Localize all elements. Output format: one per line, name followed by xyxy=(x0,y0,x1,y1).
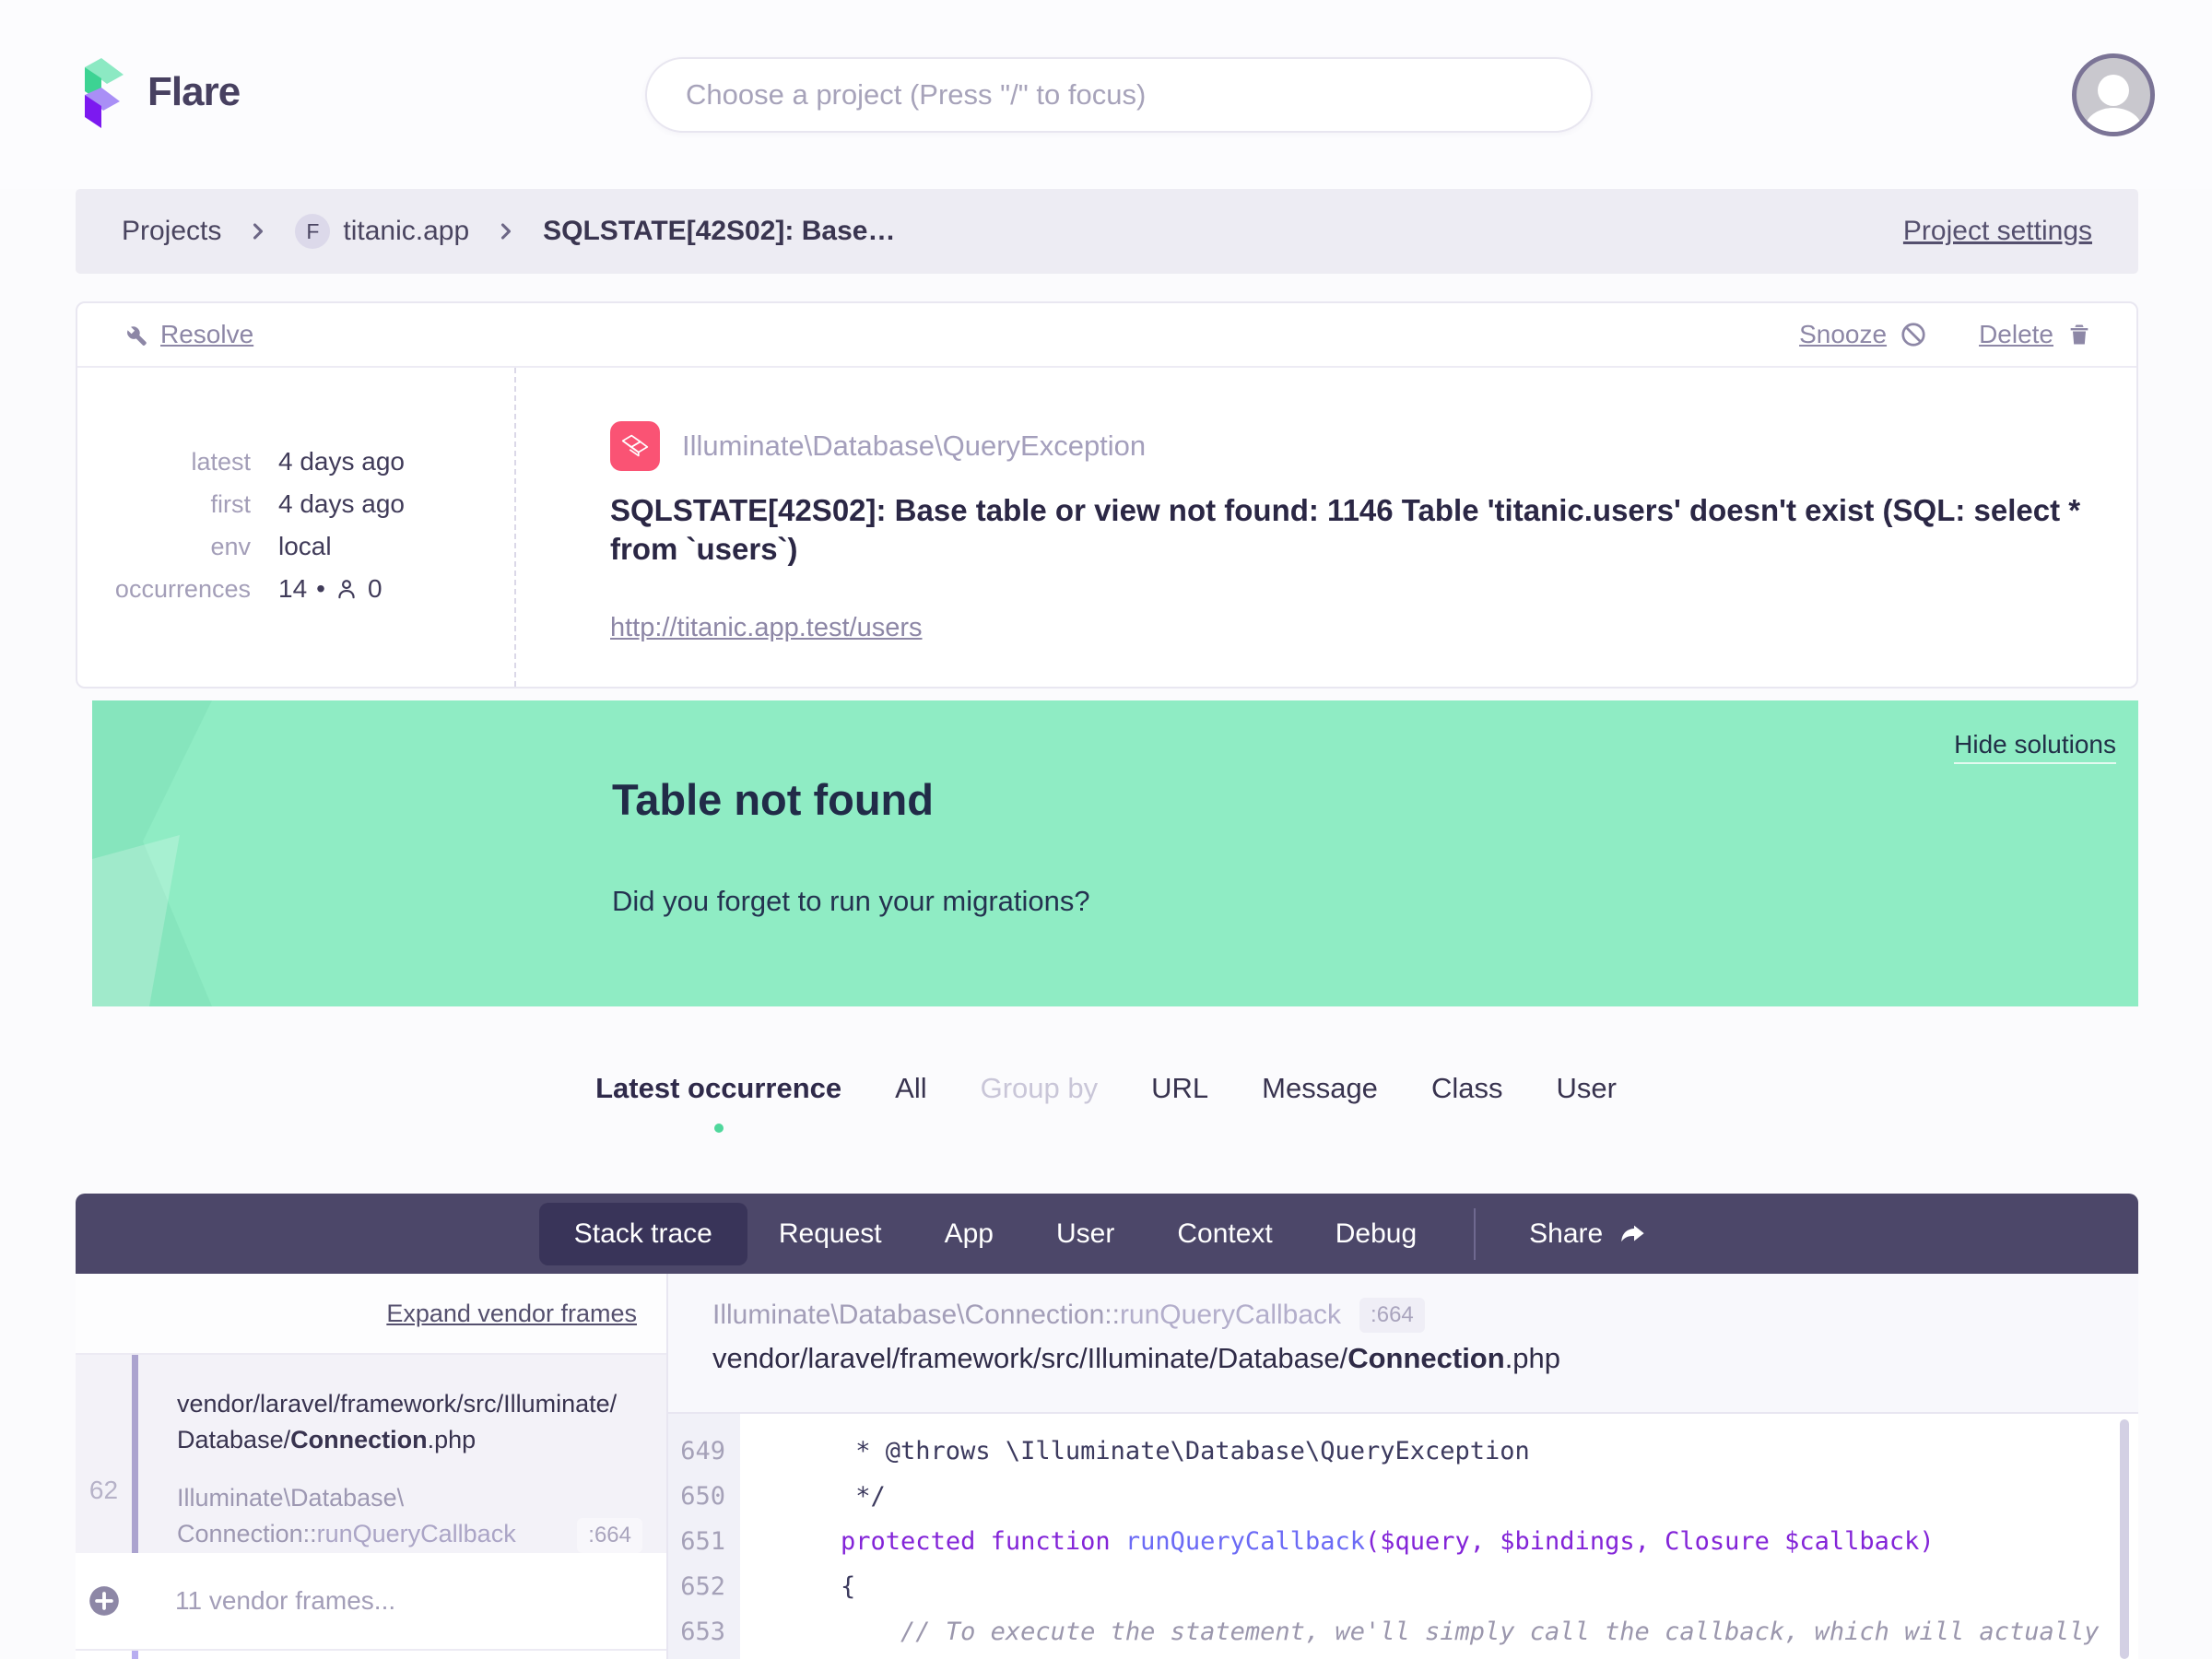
code-source: * @throws \Illuminate\Database\QueryExce… xyxy=(740,1414,2138,1659)
avatar-person-icon xyxy=(2098,75,2129,106)
exception-class: Illuminate\Database\QueryException xyxy=(682,429,1147,462)
snooze-button[interactable]: Snooze xyxy=(1799,320,1927,349)
expand-vendor-frames-link[interactable]: Expand vendor frames xyxy=(386,1300,637,1328)
meta-latest: latest 4 days ago xyxy=(191,447,405,476)
code-header-file: vendor/laravel/framework/src/Illuminate/… xyxy=(712,1342,1561,1374)
frames-panel: Expand vendor frames 62 vendor/laravel/f… xyxy=(76,1274,668,1659)
occurrence-tabs: Latest occurrence All Group by URL Message Cl… xyxy=(0,1072,2212,1133)
project-badge: F xyxy=(295,214,331,249)
snooze-ban-icon xyxy=(1900,321,1927,348)
user-icon xyxy=(335,577,359,601)
error-meta-panel: latest 4 days ago first 4 days ago env l… xyxy=(77,368,516,687)
occurrence-tab-group-by: Group by xyxy=(980,1072,1099,1104)
error-card: Resolve Snooze Delete latest 4 days ago … xyxy=(76,301,2138,688)
laravel-icon xyxy=(610,421,660,471)
frame-number: 62 xyxy=(88,1476,119,1504)
code-line-badge: :664 xyxy=(1359,1298,1425,1333)
line-number: 652 xyxy=(680,1572,725,1601)
nav-divider xyxy=(1474,1207,1477,1260)
line-number: 650 xyxy=(680,1482,725,1511)
trace-tab-app[interactable]: App xyxy=(913,1203,1025,1265)
brand-name: Flare xyxy=(147,69,241,114)
code-line: * @throws \Illuminate\Database\QueryExce… xyxy=(781,1437,1530,1465)
breadcrumb-projects-link[interactable]: Projects xyxy=(122,216,221,247)
trace-tab-context[interactable]: Context xyxy=(1146,1203,1303,1265)
code-scrollbar[interactable] xyxy=(2120,1419,2129,1659)
flare-error-page: Flare Projects F titanic.app SQLSTATE[42… xyxy=(0,0,2212,1659)
hide-solutions-link[interactable]: Hide solutions xyxy=(1954,730,2116,764)
error-actions-bar: Resolve Snooze Delete xyxy=(77,303,2136,368)
exception-message: SQLSTATE[42S02]: Base table or view not … xyxy=(610,493,2081,566)
error-detail-panel: Illuminate\Database\QueryException SQLST… xyxy=(516,368,2136,687)
share-arrow-icon xyxy=(1618,1219,1647,1249)
resolve-button[interactable]: Resolve xyxy=(122,320,253,349)
code-line-numbers: 649 650 651 652 653 xyxy=(668,1414,740,1659)
flare-logo-icon xyxy=(74,53,127,131)
top-bar: Flare xyxy=(0,0,2212,189)
exception-url-link[interactable]: http://titanic.app.test/users xyxy=(610,613,923,643)
next-frame-partial xyxy=(76,1651,666,1659)
project-search-input[interactable] xyxy=(645,57,1593,133)
code-viewer[interactable]: 649 650 651 652 653 * @throws \Illuminate\Da… xyxy=(668,1412,2138,1659)
project-settings-link[interactable]: Project settings xyxy=(1903,216,2092,247)
share-button[interactable]: Share xyxy=(1501,1203,1675,1265)
occurrence-tab-all[interactable]: All xyxy=(895,1072,926,1105)
breadcrumb: Projects F titanic.app SQLSTATE[42S02]: … xyxy=(76,189,2138,274)
chevron-right-icon xyxy=(245,218,271,244)
trace-tab-debug[interactable]: Debug xyxy=(1304,1203,1448,1265)
occurrence-count: 14 xyxy=(278,574,308,603)
solution-description: Did you forget to run your migrations? xyxy=(612,885,1090,917)
solution-banner: Hide solutions Table not found Did you f… xyxy=(92,700,2138,1006)
breadcrumb-project-link[interactable]: F titanic.app xyxy=(295,214,469,249)
vendor-frames-label: 11 vendor frames... xyxy=(175,1586,396,1615)
code-line: { xyxy=(781,1572,856,1601)
code-header-class: Illuminate\Database\Connection::runQuery… xyxy=(712,1298,2138,1333)
code-panel: Illuminate\Database\Connection::runQuery… xyxy=(668,1274,2138,1659)
occurrence-tab-message[interactable]: Message xyxy=(1262,1072,1378,1105)
occurrence-tab-class[interactable]: Class xyxy=(1431,1072,1503,1105)
occurrence-tab-user[interactable]: User xyxy=(1556,1072,1616,1105)
trace-tab-stack-trace[interactable]: Stack trace xyxy=(538,1202,747,1265)
occurrence-tab-latest-occurrence[interactable]: Latest occurrence xyxy=(595,1072,841,1133)
breadcrumb-current-error: SQLSTATE[42S02]: Base… xyxy=(543,216,896,246)
stack-trace-card: Stack trace Request App User Context Debug Sha… xyxy=(76,1194,2138,1659)
occurrence-tab-url[interactable]: URL xyxy=(1151,1072,1208,1105)
line-number: 649 xyxy=(680,1437,725,1465)
wrench-icon xyxy=(122,322,147,347)
frame-line-badge: :664 xyxy=(577,1517,642,1553)
trace-tab-user[interactable]: User xyxy=(1025,1203,1146,1265)
stack-frame-selected[interactable]: 62 vendor/laravel/framework/src/Illumina… xyxy=(76,1355,666,1553)
trash-icon xyxy=(2066,322,2092,347)
trace-tab-request[interactable]: Request xyxy=(747,1203,913,1265)
frame-class-method: Illuminate\Database\ Connection::runQuer… xyxy=(177,1484,516,1548)
code-line: // To execute the statement, we'll simpl… xyxy=(900,1618,2100,1646)
line-number: 651 xyxy=(680,1527,725,1556)
active-tab-dot xyxy=(713,1124,724,1133)
code-line: */ xyxy=(781,1482,886,1511)
plus-circle-icon xyxy=(76,1583,132,1618)
line-number: 653 xyxy=(680,1618,725,1646)
flare-logo[interactable]: Flare xyxy=(74,53,241,131)
solution-title: Table not found xyxy=(612,775,934,824)
chevron-right-icon xyxy=(493,218,519,244)
vendor-frames-toggle[interactable]: 11 vendor frames... xyxy=(76,1553,666,1651)
user-avatar[interactable] xyxy=(2072,53,2155,136)
delete-button[interactable]: Delete xyxy=(1979,320,2092,349)
frame-accent-bar xyxy=(132,1355,138,1553)
affected-users-count: 0 xyxy=(367,574,382,603)
frame-file-path: vendor/laravel/framework/src/Illuminate/… xyxy=(177,1390,618,1454)
code-line: protected function runQueryCallback($que… xyxy=(841,1527,1935,1556)
meta-occurrences: occurrences 14 • 0 xyxy=(114,574,382,603)
trace-navbar: Stack trace Request App User Context Debug Sha… xyxy=(76,1194,2138,1274)
meta-env: env local xyxy=(210,532,332,560)
meta-first: first 4 days ago xyxy=(210,489,406,518)
